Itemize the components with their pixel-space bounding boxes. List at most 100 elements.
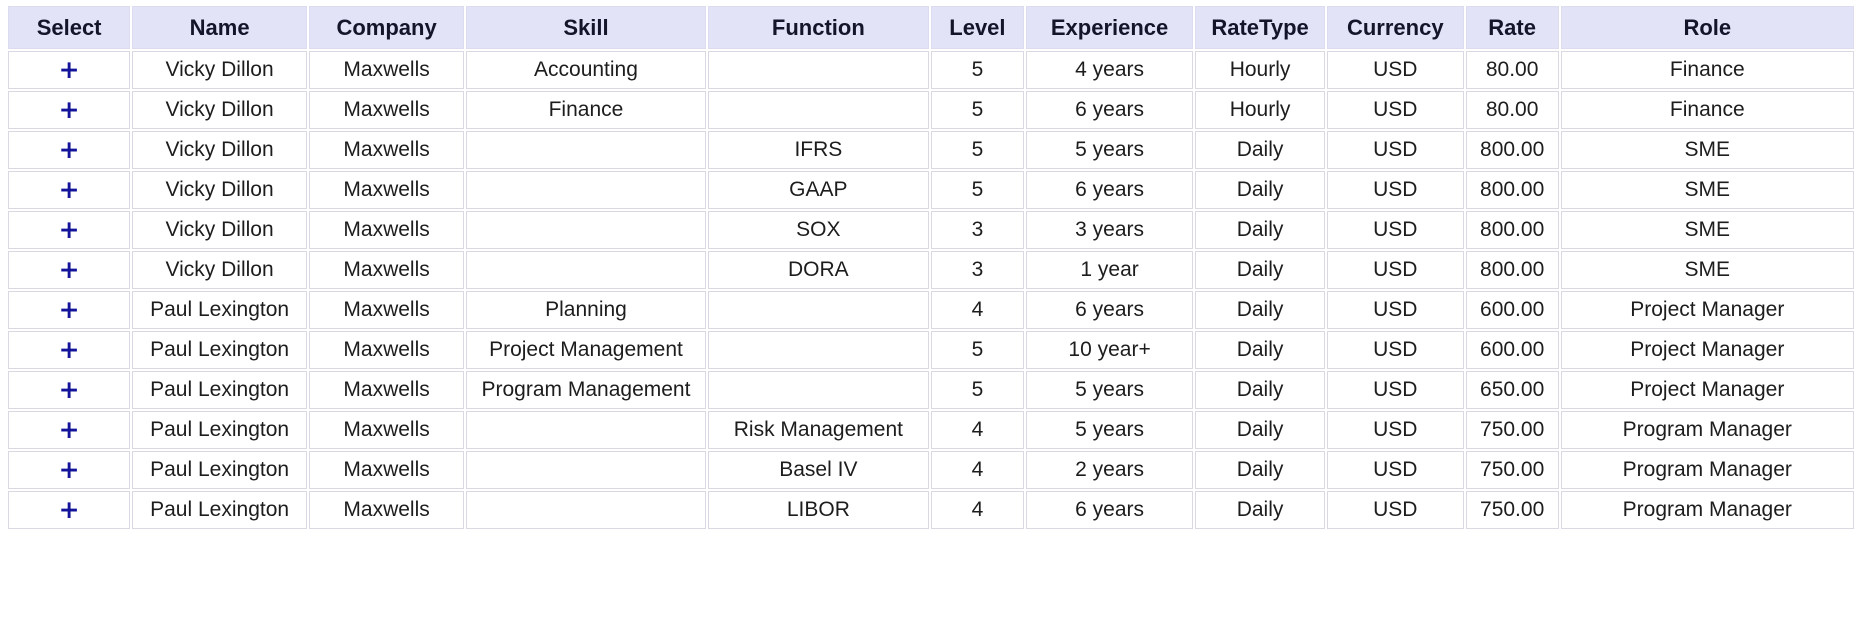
plus-icon[interactable]: + [59, 217, 80, 242]
cell-role: Program Manager [1561, 491, 1854, 529]
plus-icon[interactable]: + [59, 497, 80, 522]
select-cell[interactable]: + [8, 451, 130, 489]
table-row[interactable]: +Paul LexingtonMaxwellsBasel IV42 yearsD… [8, 451, 1854, 489]
plus-icon[interactable]: + [59, 457, 80, 482]
cell-ratetype: Daily [1195, 131, 1325, 169]
column-header-select[interactable]: Select [8, 6, 130, 49]
table-row[interactable]: + Vicky DillonMaxwells IFRS55 yearsDailyUS… [8, 131, 1854, 169]
cell-name: Vicky Dillon [132, 131, 307, 169]
cell-company: Maxwells [309, 291, 464, 329]
plus-icon[interactable]: + [59, 97, 80, 122]
cell-name: Paul Lexington [132, 411, 307, 449]
cell-experience: 6 years [1026, 91, 1193, 129]
plus-icon[interactable]: + [59, 417, 80, 442]
select-cell[interactable]: + [8, 371, 130, 409]
cell-ratetype: Daily [1195, 411, 1325, 449]
cell-ratetype: Daily [1195, 211, 1325, 249]
cell-rate: 80.00 [1466, 91, 1559, 129]
cell-level: 3 [931, 211, 1024, 249]
cell-function: Risk Management [708, 411, 929, 449]
cell-role: SME [1561, 171, 1854, 209]
table-row[interactable]: +Paul LexingtonMaxwellsPlanning46 yearsD… [8, 291, 1854, 329]
table-row[interactable]: +Paul LexingtonMaxwellsLIBOR46 yearsDail… [8, 491, 1854, 529]
cell-currency: USD [1327, 131, 1464, 169]
column-header-name[interactable]: Name [132, 6, 307, 49]
select-cell[interactable]: + [8, 171, 130, 209]
table-row[interactable]: +Vicky DillonMaxwellsAccounting54 yearsH… [8, 51, 1854, 89]
cell-function: Basel IV [708, 451, 929, 489]
cell-rate: 750.00 [1466, 491, 1559, 529]
cell-level: 5 [931, 51, 1024, 89]
cell-skill: Project Management [466, 331, 706, 369]
column-header-role[interactable]: Role [1561, 6, 1854, 49]
cell-level: 5 [931, 131, 1024, 169]
table-row[interactable]: +Vicky DillonMaxwellsGAAP56 yearsDailyUS… [8, 171, 1854, 209]
cell-level: 3 [931, 251, 1024, 289]
cell-company: Maxwells [309, 491, 464, 529]
select-cell[interactable]: + [8, 291, 130, 329]
cell-name: Paul Lexington [132, 371, 307, 409]
cell-skill [466, 251, 706, 289]
cell-ratetype: Daily [1195, 331, 1325, 369]
cell-experience: 6 years [1026, 491, 1193, 529]
column-header-experience[interactable]: Experience [1026, 6, 1193, 49]
cell-experience: 5 years [1026, 131, 1193, 169]
column-header-company[interactable]: Company [309, 6, 464, 49]
plus-icon[interactable]: + [59, 377, 80, 402]
cell-skill [466, 171, 706, 209]
cell-ratetype: Daily [1195, 451, 1325, 489]
select-cell[interactable]: + [8, 411, 130, 449]
select-cell[interactable]: + [8, 491, 130, 529]
skills-table: Select Name Company Skill Function Level… [6, 4, 1856, 531]
table-row[interactable]: +Vicky DillonMaxwellsDORA31 yearDailyUSD… [8, 251, 1854, 289]
cell-company: Maxwells [309, 131, 464, 169]
cell-company: Maxwells [309, 211, 464, 249]
cell-ratetype: Daily [1195, 291, 1325, 329]
column-header-ratetype[interactable]: RateType [1195, 6, 1325, 49]
select-cell[interactable]: + [8, 91, 130, 129]
select-cell[interactable]: + [8, 251, 130, 289]
table-row[interactable]: +Paul LexingtonMaxwellsProject Managemen… [8, 331, 1854, 369]
table-row[interactable]: +Paul LexingtonMaxwellsRisk Management45… [8, 411, 1854, 449]
plus-icon[interactable]: + [59, 137, 80, 162]
cell-ratetype: Daily [1195, 371, 1325, 409]
cell-role: Project Manager [1561, 331, 1854, 369]
cell-function [708, 51, 929, 89]
cell-experience: 2 years [1026, 451, 1193, 489]
cell-rate: 750.00 [1466, 451, 1559, 489]
plus-icon[interactable]: + [59, 57, 80, 82]
select-cell[interactable]: + [8, 211, 130, 249]
cell-role: SME [1561, 211, 1854, 249]
plus-icon[interactable]: + [59, 177, 80, 202]
cell-currency: USD [1327, 291, 1464, 329]
cell-role: Project Manager [1561, 371, 1854, 409]
cell-function: IFRS [708, 131, 929, 169]
cell-skill: Planning [466, 291, 706, 329]
cell-skill [466, 451, 706, 489]
select-cell[interactable]: + [8, 131, 130, 169]
column-header-rate[interactable]: Rate [1466, 6, 1559, 49]
cell-level: 5 [931, 91, 1024, 129]
cell-experience: 5 years [1026, 371, 1193, 409]
table-row[interactable]: +Paul LexingtonMaxwellsProgram Managemen… [8, 371, 1854, 409]
cell-name: Vicky Dillon [132, 251, 307, 289]
plus-icon[interactable]: + [59, 257, 80, 282]
cell-function [708, 371, 929, 409]
cell-rate: 750.00 [1466, 411, 1559, 449]
table-header-row: Select Name Company Skill Function Level… [8, 6, 1854, 49]
column-header-skill[interactable]: Skill [466, 6, 706, 49]
cell-skill: Program Management [466, 371, 706, 409]
column-header-level[interactable]: Level [931, 6, 1024, 49]
table-row[interactable]: +Vicky DillonMaxwellsSOX33 yearsDailyUSD… [8, 211, 1854, 249]
table-row[interactable]: +Vicky DillonMaxwellsFinance56 yearsHour… [8, 91, 1854, 129]
column-header-function[interactable]: Function [708, 6, 929, 49]
cell-company: Maxwells [309, 91, 464, 129]
select-cell[interactable]: + [8, 51, 130, 89]
select-cell[interactable]: + [8, 331, 130, 369]
plus-icon[interactable]: + [59, 337, 80, 362]
column-header-currency[interactable]: Currency [1327, 6, 1464, 49]
cell-company: Maxwells [309, 171, 464, 209]
cell-ratetype: Daily [1195, 251, 1325, 289]
cell-function: GAAP [708, 171, 929, 209]
plus-icon[interactable]: + [59, 297, 80, 322]
